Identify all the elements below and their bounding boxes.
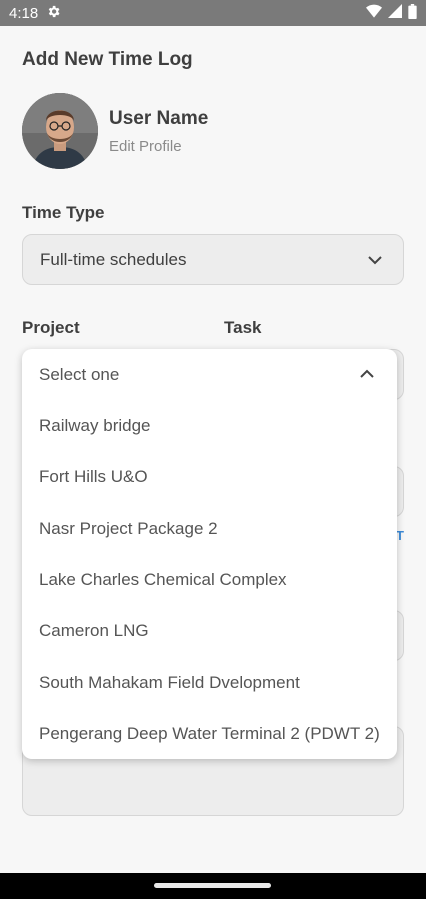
chevron-down-icon bbox=[368, 255, 382, 264]
project-option[interactable]: South Mahakam Field Dvelopment bbox=[22, 657, 397, 708]
project-dropdown[interactable]: Select one Railway bridge Fort Hills U&O… bbox=[22, 349, 397, 759]
avatar[interactable] bbox=[22, 93, 98, 169]
battery-icon bbox=[408, 3, 417, 23]
project-option[interactable]: Fort Hills U&O bbox=[22, 451, 397, 502]
home-gesture-handle[interactable] bbox=[154, 883, 271, 888]
task-label: Task bbox=[224, 318, 262, 337]
status-bar: 4:18 bbox=[0, 0, 426, 26]
time-type-select[interactable]: Full-time schedules bbox=[22, 234, 404, 285]
project-selected-value: Select one bbox=[39, 364, 120, 384]
settings-gear-icon bbox=[46, 4, 61, 23]
project-dropdown-header[interactable]: Select one bbox=[22, 349, 397, 400]
wifi-icon bbox=[366, 4, 382, 22]
project-option[interactable]: Nasr Project Package 2 bbox=[22, 503, 397, 554]
page-title: Add New Time Log bbox=[22, 49, 193, 70]
project-option[interactable]: Pengerang Deep Water Terminal 2 (PDWT 2) bbox=[22, 708, 397, 759]
chevron-up-icon[interactable] bbox=[359, 369, 375, 379]
project-option[interactable]: Cameron LNG bbox=[22, 605, 397, 656]
navigation-bar bbox=[0, 873, 426, 899]
time-type-label: Time Type bbox=[22, 203, 105, 222]
edit-profile-link[interactable]: Edit Profile bbox=[109, 138, 182, 155]
project-option[interactable]: Lake Charles Chemical Complex bbox=[22, 554, 397, 605]
user-name: User Name bbox=[109, 108, 209, 129]
project-option[interactable]: Railway bridge bbox=[22, 400, 397, 451]
time-type-value: Full-time schedules bbox=[40, 249, 187, 269]
signal-icon bbox=[388, 4, 402, 22]
status-time: 4:18 bbox=[9, 4, 39, 22]
project-label: Project bbox=[22, 318, 80, 337]
set-link[interactable]: T bbox=[396, 528, 404, 543]
